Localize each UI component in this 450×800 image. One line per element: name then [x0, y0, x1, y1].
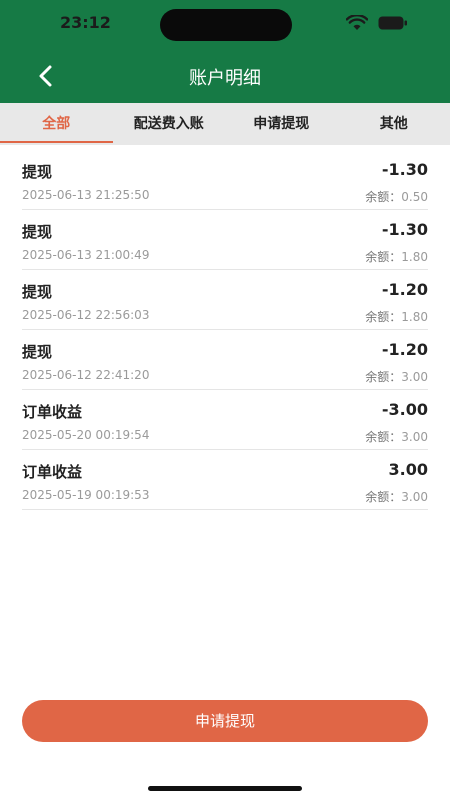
dynamic-island: [160, 9, 292, 41]
balance-value: 1.80: [401, 250, 428, 264]
balance-value: 3.00: [401, 490, 428, 504]
record-title: 提现: [22, 163, 53, 181]
wifi-icon: [346, 15, 368, 30]
record-title: 提现: [22, 283, 53, 301]
record-balance: 余额：1.80: [365, 308, 428, 325]
record-amount: -1.30: [381, 220, 428, 239]
balance-value: 3.00: [401, 370, 428, 384]
tab-other[interactable]: 其他: [338, 103, 450, 145]
record-time: 2025-06-12 22:56:03: [22, 308, 150, 322]
record-title: 订单收益: [22, 463, 83, 481]
record-time: 2025-06-12 22:41:20: [22, 368, 150, 382]
status-time: 23:12: [60, 13, 111, 32]
record-amount: -1.20: [381, 280, 428, 299]
record-balance: 余额：3.00: [365, 368, 428, 385]
record-time: 2025-05-20 00:19:54: [22, 428, 150, 442]
page-title: 账户明细: [189, 68, 261, 89]
balance-value: 0.50: [401, 190, 428, 204]
record-amount: -3.00: [381, 400, 428, 419]
balance-label: 余额：: [365, 430, 402, 444]
record-amount: -1.20: [381, 340, 428, 359]
record-balance: 余额：3.00: [365, 488, 428, 505]
balance-label: 余额：: [365, 370, 402, 384]
balance-label: 余额：: [365, 490, 402, 504]
home-indicator: [148, 786, 302, 791]
balance-value: 3.00: [401, 430, 428, 444]
balance-label: 余额：: [365, 250, 402, 264]
filter-tabs: 全部 配送费入账 申请提现 其他: [0, 103, 450, 145]
list-item: 提现 -1.30 2025-06-13 21:00:49 余额：1.80: [22, 210, 428, 270]
record-title: 提现: [22, 223, 53, 241]
record-balance: 余额：1.80: [365, 248, 428, 265]
record-title: 订单收益: [22, 403, 83, 421]
record-time: 2025-05-19 00:19:53: [22, 488, 150, 502]
record-amount: -1.30: [381, 160, 428, 179]
tab-delivery-fee[interactable]: 配送费入账: [113, 103, 226, 145]
tab-all[interactable]: 全部: [0, 103, 113, 145]
tab-withdraw[interactable]: 申请提现: [225, 103, 338, 145]
record-time: 2025-06-13 21:25:50: [22, 188, 150, 202]
list-item: 提现 -1.20 2025-06-12 22:41:20 余额：3.00: [22, 330, 428, 390]
balance-label: 余额：: [365, 190, 402, 204]
balance-label: 余额：: [365, 310, 402, 324]
record-title: 提现: [22, 343, 53, 361]
battery-icon: [378, 16, 407, 30]
list-item: 订单收益 -3.00 2025-05-20 00:19:54 余额：3.00: [22, 390, 428, 450]
app-header: 23:12 账户明细: [0, 0, 450, 103]
balance-value: 1.80: [401, 310, 428, 324]
list-item: 订单收益 3.00 2025-05-19 00:19:53 余额：3.00: [22, 450, 428, 510]
record-balance: 余额：3.00: [365, 428, 428, 445]
record-time: 2025-06-13 21:00:49: [22, 248, 150, 262]
transaction-list: 提现 -1.30 2025-06-13 21:25:50 余额：0.50 提现 …: [22, 150, 428, 510]
record-amount: 3.00: [388, 460, 428, 479]
record-balance: 余额：0.50: [365, 188, 428, 205]
apply-withdraw-button[interactable]: 申请提现: [22, 700, 428, 742]
list-item: 提现 -1.20 2025-06-12 22:56:03 余额：1.80: [22, 270, 428, 330]
list-item: 提现 -1.30 2025-06-13 21:25:50 余额：0.50: [22, 150, 428, 210]
